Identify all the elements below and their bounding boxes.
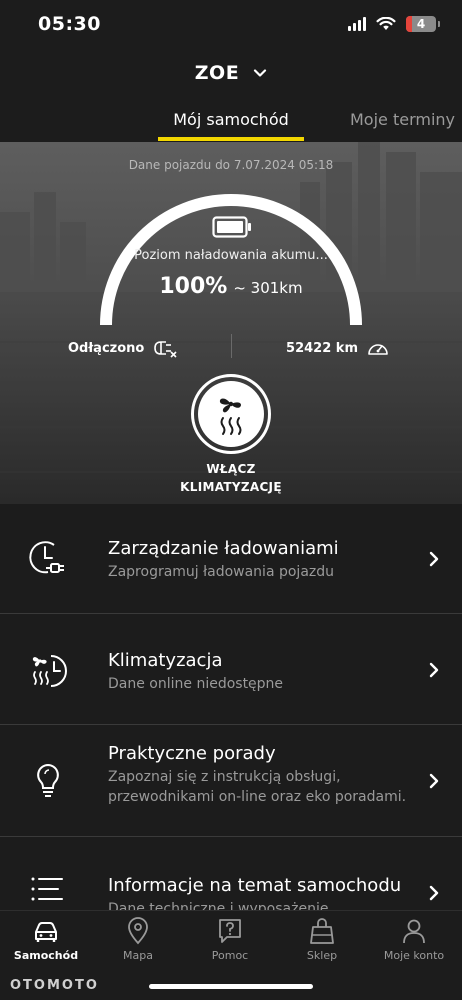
- menu-subtitle: Dane online niedostępne: [108, 676, 284, 692]
- nav-label: Samochód: [13, 949, 79, 962]
- tab-my-car[interactable]: Mój samochód: [158, 110, 304, 129]
- help-icon: [219, 919, 241, 943]
- menu-subtitle: Zaprogramuj ładowania pojazdu: [108, 564, 335, 580]
- unplugged-icon: [154, 341, 177, 358]
- list-icon: [31, 877, 63, 901]
- nav-item-car[interactable]: Samochód: [0, 911, 92, 973]
- chevron-right-icon: [429, 773, 439, 789]
- tab-active-indicator: [158, 137, 304, 141]
- chevron-right-icon: [429, 662, 439, 678]
- range-estimate: ~ 301km: [233, 279, 303, 297]
- plug-status-text: Odłączono: [68, 340, 145, 356]
- charge-summary: 100% ~ 301km: [0, 274, 462, 299]
- charge-percent: 100%: [159, 274, 228, 299]
- climate-button-label: WŁĄCZ KLIMATYZACJĘ: [0, 460, 462, 496]
- status-divider: [231, 334, 232, 358]
- footer-bar: OTOMOTO: [0, 972, 462, 1000]
- shop-bag-icon: [310, 918, 334, 944]
- user-icon: [403, 919, 425, 944]
- battery-icon: 4: [406, 16, 440, 32]
- climate-clock-icon: [32, 655, 67, 687]
- nav-item-account[interactable]: Moje konto: [368, 911, 462, 973]
- menu-item-charging[interactable]: Zarządzanie ładowaniami Zaprogramuj łado…: [0, 504, 462, 614]
- battery-level: 4: [416, 17, 426, 31]
- status-icons: 4: [348, 16, 440, 32]
- map-pin-icon: [128, 917, 148, 945]
- menu-item-climate[interactable]: Klimatyzacja Dane online niedostępne: [0, 614, 462, 725]
- odometer: 52422 km: [286, 338, 390, 358]
- menu-item-tips[interactable]: Praktyczne porady Zapoznaj się z instruk…: [0, 725, 462, 837]
- vehicle-status-panel: Dane pojazdu do 7.07.2024 05:18 Poziom n…: [0, 142, 462, 504]
- nav-label: Pomoc: [211, 949, 249, 962]
- battery-full-icon: [212, 216, 251, 238]
- car-selector[interactable]: ZOE: [0, 62, 462, 84]
- nav-item-shop[interactable]: Sklep: [276, 911, 368, 973]
- climate-label-line1: WŁĄCZ: [206, 462, 256, 476]
- menu-title: Praktyczne porady: [108, 743, 276, 764]
- wifi-icon: [376, 17, 396, 30]
- lightbulb-icon: [37, 763, 59, 797]
- car-name: ZOE: [194, 62, 240, 84]
- tab-bar: Mój samochód Moje terminy: [0, 110, 462, 142]
- chevron-right-icon: [429, 551, 439, 567]
- bottom-navigation: Samochód Mapa Pomoc Sklep Moje konto: [0, 910, 462, 972]
- speedometer-icon: [368, 344, 388, 355]
- home-indicator[interactable]: [149, 984, 313, 989]
- car-icon: [35, 922, 57, 942]
- chevron-down-icon: [254, 69, 267, 77]
- chevron-right-icon: [429, 885, 439, 901]
- fan-heat-icon: [219, 398, 242, 435]
- status-bar: 05:30 4: [0, 0, 462, 52]
- nav-label: Moje konto: [383, 949, 445, 962]
- menu-title: Zarządzanie ładowaniami: [108, 538, 339, 559]
- signal-icon: [348, 17, 366, 31]
- status-time: 05:30: [38, 13, 101, 35]
- odometer-value: 52422 km: [286, 340, 358, 356]
- charge-clock-icon: [29, 541, 64, 574]
- plug-status: Odłączono: [68, 338, 178, 358]
- climate-button-face: [198, 381, 264, 447]
- nav-item-help[interactable]: Pomoc: [184, 911, 276, 973]
- tab-my-appointments[interactable]: Moje terminy: [350, 110, 455, 129]
- data-timestamp: Dane pojazdu do 7.07.2024 05:18: [128, 158, 334, 172]
- charge-level-label: Poziom naładowania akumu...: [134, 248, 328, 263]
- menu-subtitle: Zapoznaj się z instrukcją obsługi, przew…: [108, 769, 407, 805]
- nav-label: Sklep: [306, 949, 338, 962]
- climate-toggle-button[interactable]: [191, 374, 271, 454]
- header: ZOE Mój samochód Moje terminy: [0, 52, 462, 142]
- nav-item-map[interactable]: Mapa: [92, 911, 184, 973]
- nav-label: Mapa: [123, 949, 153, 962]
- menu-title: Klimatyzacja: [108, 650, 223, 671]
- menu-title: Informacje na temat samochodu: [108, 875, 402, 896]
- watermark: OTOMOTO: [10, 978, 99, 993]
- climate-label-line2: KLIMATYZACJĘ: [180, 480, 282, 494]
